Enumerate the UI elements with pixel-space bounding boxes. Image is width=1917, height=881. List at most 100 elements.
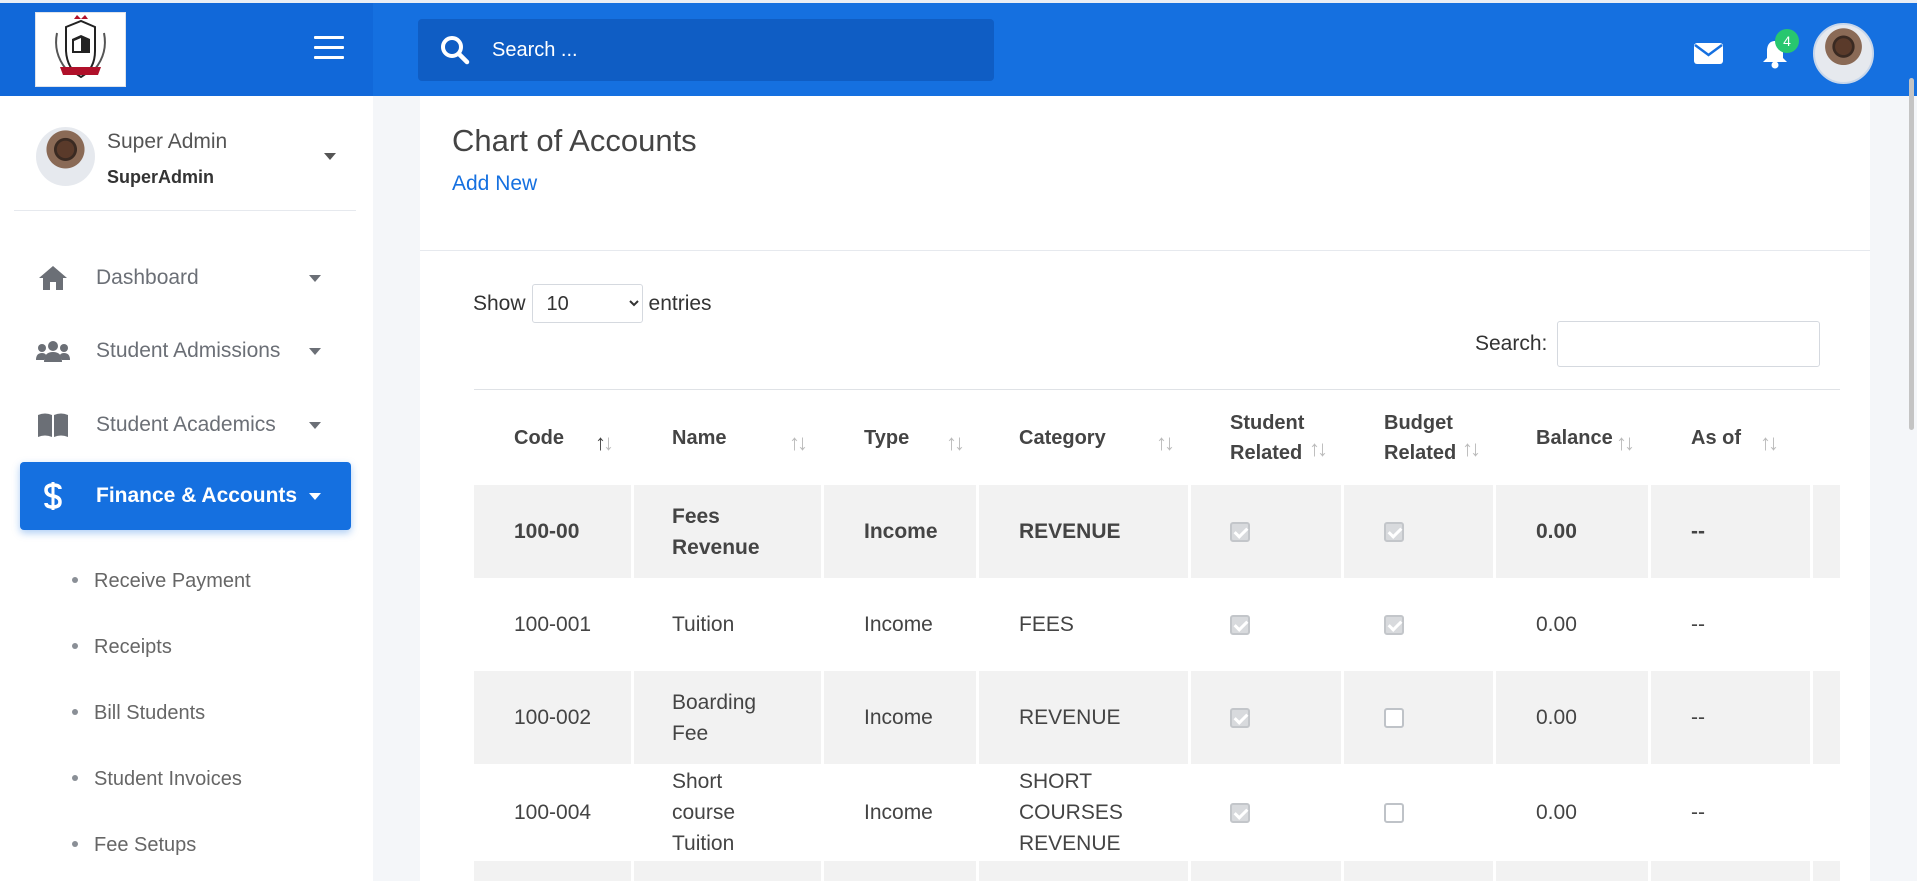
sidebar-subitem-student-invoices[interactable]: Student Invoices <box>72 768 242 791</box>
chevron-down-icon <box>309 348 321 355</box>
chevron-down-icon[interactable] <box>324 153 336 160</box>
table-row[interactable]: 100-004 Short course Tuition Income SHOR… <box>474 764 1840 861</box>
table-row[interactable]: 100-001 Tuition Income FEES 0.00 -- <box>474 578 1840 671</box>
column-header-code[interactable]: Code <box>514 390 634 485</box>
column-header-student-related[interactable]: Student Related <box>1230 390 1320 485</box>
page-scrollbar[interactable] <box>1909 78 1914 430</box>
cell-code: 100-001 <box>514 613 592 636</box>
cell-budget-related <box>1384 578 1404 671</box>
card-header: Chart of Accounts Add New <box>420 96 1870 251</box>
student-related-checkbox[interactable] <box>1230 614 1250 635</box>
student-related-checkbox[interactable] <box>1230 521 1250 542</box>
table-search-label: Search: <box>1475 332 1548 355</box>
bullet-icon <box>72 840 78 847</box>
budget-related-checkbox[interactable] <box>1384 707 1404 728</box>
sidebar-user-role: SuperAdmin <box>107 167 215 187</box>
sidebar-subitem-bill-students[interactable]: Bill Students <box>72 702 205 725</box>
add-new-link[interactable]: Add New <box>452 172 537 196</box>
sort-icon[interactable]: ↑↓ <box>595 430 614 456</box>
accounts-table: Code ↑↓ Name ↑↓ Type ↑↓ Category ↑↓ Stud… <box>474 389 1840 881</box>
show-label: Show <box>473 291 526 315</box>
bullet-icon <box>72 708 78 715</box>
sidebar-subitem-label: Receipts <box>94 636 172 658</box>
home-icon <box>36 263 70 293</box>
sidebar-item-student-academics[interactable]: Student Academics <box>20 391 351 459</box>
cell-balance: 0.00 <box>1536 801 1577 824</box>
sort-icon[interactable]: ↑↓ <box>789 430 808 456</box>
mail-icon[interactable] <box>1694 43 1723 64</box>
sort-icon[interactable]: ↑↓ <box>1616 430 1635 456</box>
cell-name: Tuition <box>672 613 735 636</box>
table-row[interactable]: 100-00 Fees Revenue Income REVENUE 0.00 … <box>474 485 1840 578</box>
student-related-checkbox[interactable] <box>1230 802 1250 823</box>
accounts-card: Chart of Accounts Add New Show 10 entrie… <box>420 96 1870 881</box>
column-header-as-of[interactable]: As of <box>1691 390 1791 485</box>
sidebar-avatar <box>36 127 95 186</box>
cell-balance: 0.00 <box>1536 613 1577 636</box>
users-icon <box>36 336 70 366</box>
column-header-label: Category <box>1019 426 1106 449</box>
column-divider <box>1648 390 1651 881</box>
entries-select[interactable]: 10 <box>531 284 643 323</box>
table-search-input[interactable] <box>1557 321 1821 367</box>
sidebar-item-label: Dashboard <box>96 266 199 289</box>
column-divider <box>631 390 634 881</box>
cell-as-of: -- <box>1691 520 1705 543</box>
cell-as-of: -- <box>1691 706 1705 729</box>
table-row[interactable] <box>474 861 1840 881</box>
cell-as-of: -- <box>1691 801 1705 824</box>
column-header-label: Balance <box>1536 426 1613 449</box>
cell-name: Boarding Fee <box>672 690 757 745</box>
sort-icon[interactable]: ↑↓ <box>1156 430 1175 456</box>
column-header-budget-related[interactable]: Budget Related <box>1384 390 1474 485</box>
sidebar-subitem-receipts[interactable]: Receipts <box>72 636 172 659</box>
cell-category: SHORT COURSES REVENUE <box>1019 770 1123 855</box>
top-navbar: 4 <box>0 0 1917 96</box>
column-divider <box>1341 390 1344 881</box>
university-logo[interactable] <box>35 12 126 87</box>
sidebar-user-panel[interactable]: Super Admin SuperAdmin <box>14 96 356 211</box>
sidebar-item-label: Student Academics <box>96 413 276 436</box>
column-header-category[interactable]: Category <box>1019 390 1149 485</box>
column-header-name[interactable]: Name <box>672 390 782 485</box>
sort-icon[interactable]: ↑↓ <box>1462 436 1481 462</box>
bullet-icon <box>72 576 78 583</box>
sort-icon[interactable]: ↑↓ <box>946 430 965 456</box>
column-divider <box>976 390 979 881</box>
sidebar-item-student-admissions[interactable]: Student Admissions <box>20 317 351 385</box>
sidebar-item-finance-accounts[interactable]: Finance & Accounts <box>20 462 351 530</box>
page-title: Chart of Accounts <box>452 123 697 158</box>
sort-icon[interactable]: ↑↓ <box>1760 430 1779 456</box>
column-header-label: As of <box>1691 426 1741 449</box>
chevron-down-icon <box>309 493 321 500</box>
budget-related-checkbox[interactable] <box>1384 614 1404 635</box>
cell-category: FEES <box>1019 613 1074 636</box>
sidebar-item-dashboard[interactable]: Dashboard <box>20 244 351 312</box>
column-header-label: Type <box>864 426 910 449</box>
student-related-checkbox[interactable] <box>1230 707 1250 728</box>
cell-type: Income <box>864 613 933 636</box>
entries-length-control: Show 10 entries <box>473 284 712 323</box>
sidebar-subitem-receive-payment[interactable]: Receive Payment <box>72 570 251 593</box>
cell-name: Fees Revenue <box>672 504 760 559</box>
bullet-icon <box>72 642 78 649</box>
budget-related-checkbox[interactable] <box>1384 802 1404 823</box>
cell-name: Short course Tuition <box>672 770 736 855</box>
menu-toggle-icon[interactable] <box>314 36 344 60</box>
table-row[interactable]: 100-002 Boarding Fee Income REVENUE 0.00… <box>474 671 1840 764</box>
cell-code: 100-00 <box>514 520 580 543</box>
budget-related-checkbox[interactable] <box>1384 521 1404 542</box>
cell-student-related <box>1230 578 1250 671</box>
sidebar-subitem-fee-setups[interactable]: Fee Setups <box>72 834 196 857</box>
user-avatar[interactable] <box>1813 23 1874 84</box>
cell-budget-related <box>1384 764 1404 861</box>
bullet-icon <box>72 774 78 781</box>
chevron-down-icon <box>309 275 321 282</box>
sidebar-item-label: Student Admissions <box>96 339 281 362</box>
column-divider <box>1493 390 1496 881</box>
sort-icon[interactable]: ↑↓ <box>1309 436 1328 462</box>
global-search-input[interactable] <box>492 38 972 62</box>
dollar-icon <box>36 481 70 511</box>
cell-student-related <box>1230 671 1250 764</box>
column-header-label: Code <box>514 426 564 449</box>
